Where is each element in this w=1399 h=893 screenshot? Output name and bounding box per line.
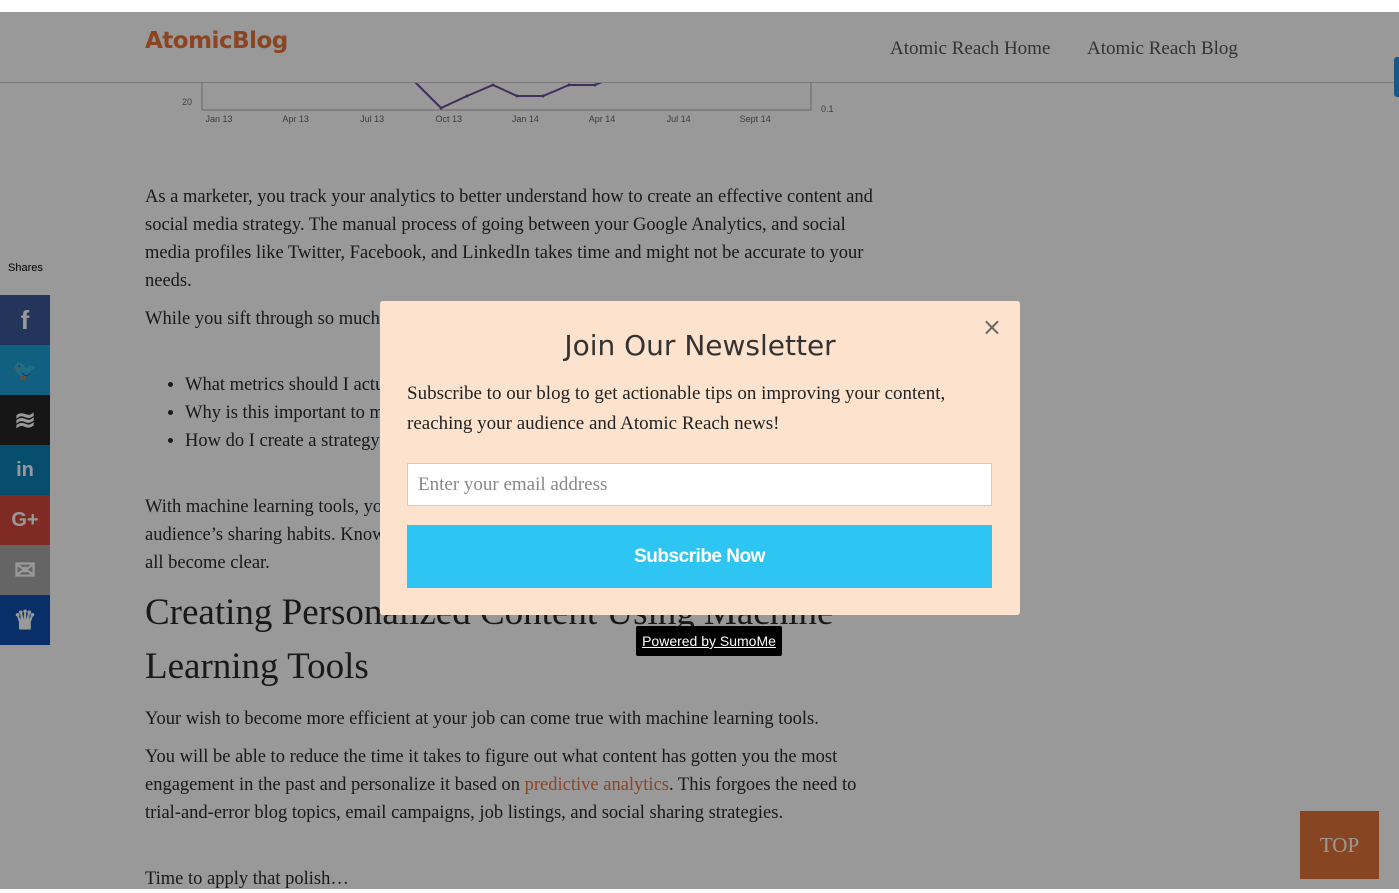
email-input[interactable]: [407, 463, 992, 506]
close-icon[interactable]: ×: [982, 313, 1002, 341]
browser-top-strip: [0, 0, 1399, 12]
subscribe-button[interactable]: Subscribe Now: [407, 525, 992, 588]
newsletter-modal: Join Our Newsletter × Subscribe to our b…: [380, 301, 1020, 615]
modal-description: Subscribe to our blog to get actionable …: [407, 383, 946, 434]
powered-by-sumome-link[interactable]: Powered by SumoMe: [636, 626, 782, 656]
modal-title: Join Our Newsletter: [564, 329, 836, 362]
